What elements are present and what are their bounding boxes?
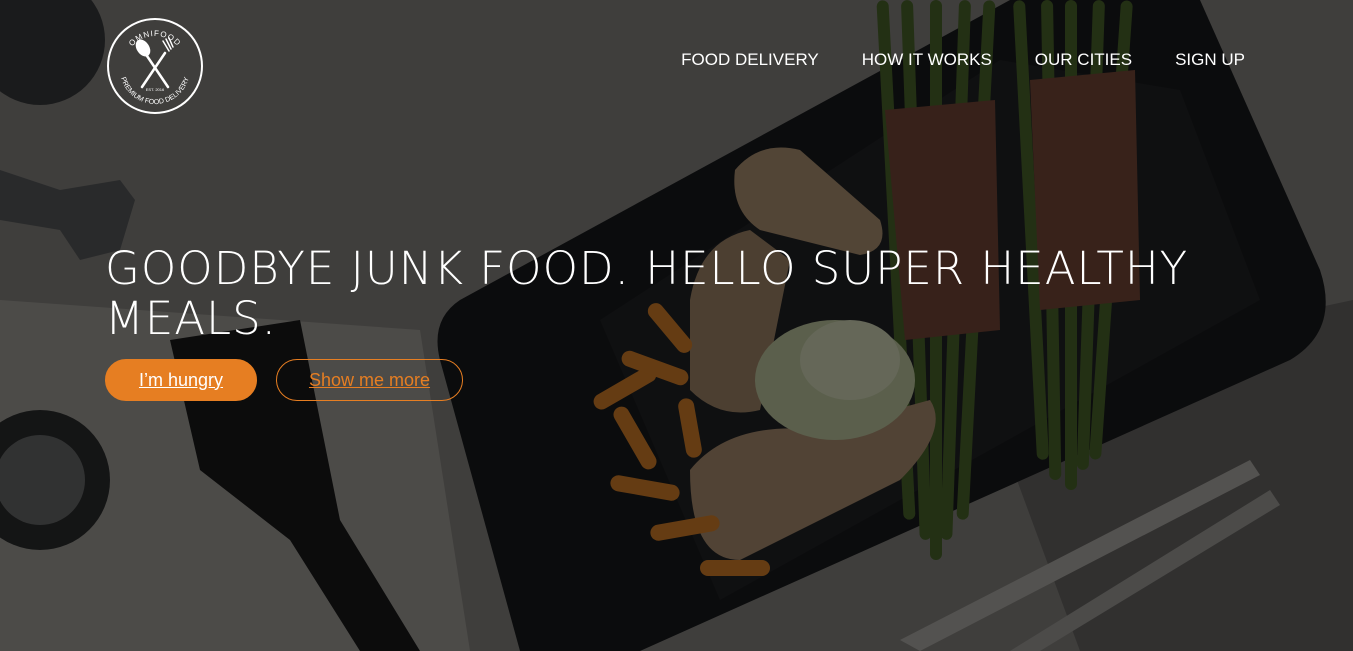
hero-headline-line1: GOODBYE JUNK FOOD. HELLO SUPER HEALTHY: [105, 242, 1189, 295]
svg-text:OMNIFOOD: OMNIFOOD: [127, 29, 183, 48]
hero-headline: GOODBYE JUNK FOOD. HELLO SUPER HEALTHY M…: [105, 244, 1265, 344]
hero-section: OMNIFOOD PREMIUM FOOD DELIVERY EST. 2016…: [0, 0, 1353, 651]
nav-item-our-cities[interactable]: OUR CITIES: [1035, 50, 1132, 70]
show-me-more-button[interactable]: Show me more: [276, 359, 463, 401]
logo-top-text: OMNIFOOD: [127, 29, 182, 48]
logo-est-text: EST. 2016: [146, 87, 165, 92]
omnifood-logo[interactable]: OMNIFOOD PREMIUM FOOD DELIVERY EST. 2016: [106, 17, 204, 115]
fork-spoon-crossed-icon: [135, 37, 174, 89]
nav-item-how-it-works[interactable]: HOW IT WORKS: [862, 50, 992, 70]
nav-item-sign-up[interactable]: SIGN UP: [1175, 50, 1245, 70]
main-nav: FOOD DELIVERY HOW IT WORKS OUR CITIES SI…: [681, 50, 1245, 70]
hero-headline-line2: MEALS.: [105, 292, 277, 345]
nav-item-food-delivery[interactable]: FOOD DELIVERY: [681, 50, 819, 70]
im-hungry-button[interactable]: I’m hungry: [105, 359, 257, 401]
